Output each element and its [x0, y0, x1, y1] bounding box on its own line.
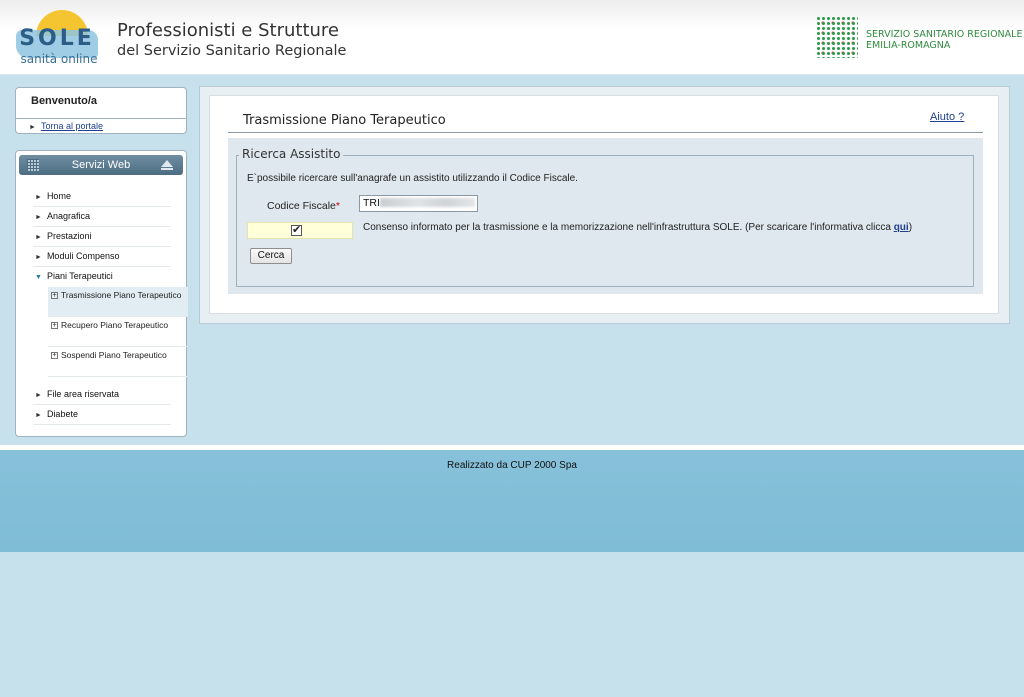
consent-text: Consenso informato per la trasmissione e…: [363, 222, 913, 233]
services-title: Servizi Web: [71, 159, 131, 171]
arrow-right-icon: ►: [35, 214, 42, 221]
footer-text: Realizzato da CUP 2000 Spa: [447, 460, 577, 471]
expand-icon: +: [51, 292, 58, 299]
welcome-box: Benvenuto/a ► Torna al portale: [15, 87, 187, 134]
services-header: Servizi Web: [19, 155, 183, 175]
submenu-item-trasmissione[interactable]: + Trasmissione Piano Terapeutico: [48, 287, 188, 317]
sole-logo[interactable]: SOLE sanità online: [14, 10, 100, 66]
required-mark: *: [335, 200, 340, 212]
menu-item-piani-terapeutici[interactable]: ▼ Piani Terapeutici: [33, 267, 171, 287]
expand-icon: +: [51, 322, 58, 329]
consent-checkbox[interactable]: ✔: [291, 225, 302, 236]
menu-item-moduli-compenso[interactable]: ► Moduli Compenso: [33, 247, 171, 267]
logo-subtext: sanità online: [20, 52, 98, 66]
arrow-right-icon: ►: [35, 412, 42, 419]
help-link[interactable]: Aiuto ?: [930, 111, 964, 123]
submenu-item-sospendi[interactable]: + Sospendi Piano Terapeutico: [48, 347, 188, 377]
fiscal-code-value: TRI: [363, 197, 380, 209]
menu-item-file-area-riservata[interactable]: ► File area riservata: [33, 385, 171, 405]
menu-spacer: [16, 377, 186, 385]
back-link-row: ► Torna al portale: [16, 119, 186, 131]
consent-download-link[interactable]: qui: [894, 222, 909, 233]
fiscal-code-input[interactable]: TRI: [359, 195, 478, 212]
menu-item-home[interactable]: ► Home: [33, 187, 171, 207]
region-logo-text: SERVIZIO SANITARIO REGIONALE EMILIA-ROMA…: [866, 29, 1023, 51]
logo-text: SOLE: [19, 26, 95, 51]
arrow-right-icon: ►: [35, 234, 42, 241]
page-title: Trasmissione Piano Terapeutico: [243, 113, 446, 128]
arrow-down-icon: ▼: [35, 274, 42, 281]
expand-icon: +: [51, 352, 58, 359]
header-subtitle: del Servizio Sanitario Regionale: [117, 43, 347, 59]
fiscal-code-label: Codice Fiscale*: [267, 200, 340, 212]
search-description: E`possibile ricercare sull'anagrafe un a…: [247, 173, 578, 184]
search-button[interactable]: Cerca: [250, 248, 292, 264]
menu-item-diabete[interactable]: ► Diabete: [33, 405, 171, 425]
title-divider: [228, 132, 983, 133]
region-logo-icon: [816, 16, 858, 58]
header-title: Professionisti e Strutture: [117, 20, 339, 41]
arrow-right-icon: ►: [29, 124, 36, 131]
footer: Realizzato da CUP 2000 Spa: [0, 450, 1024, 552]
redacted-value: [379, 198, 475, 207]
arrow-right-icon: ►: [35, 254, 42, 261]
welcome-title: Benvenuto/a: [16, 88, 186, 119]
services-list: ► Home ► Anagrafica ► Prestazioni ► Moduli C…: [33, 187, 171, 287]
app-header: SOLE sanità online Professionisti e Stru…: [0, 0, 1024, 75]
services-menu: Servizi Web ► Home ► Anagrafica ► Prestazio…: [15, 150, 188, 437]
submenu-item-recupero[interactable]: + Recupero Piano Terapeutico: [48, 317, 188, 347]
back-to-portal-link[interactable]: Torna al portale: [41, 121, 103, 131]
arrow-right-icon: ►: [35, 194, 42, 201]
grid-icon: [27, 159, 39, 171]
services-list-bottom: ► File area riservata ► Diabete: [33, 385, 171, 425]
menu-item-prestazioni[interactable]: ► Prestazioni: [33, 227, 171, 247]
search-legend: Ricerca Assistito: [239, 147, 344, 161]
arrow-right-icon: ►: [35, 392, 42, 399]
collapse-icon[interactable]: [161, 160, 173, 170]
menu-item-anagrafica[interactable]: ► Anagrafica: [33, 207, 171, 227]
